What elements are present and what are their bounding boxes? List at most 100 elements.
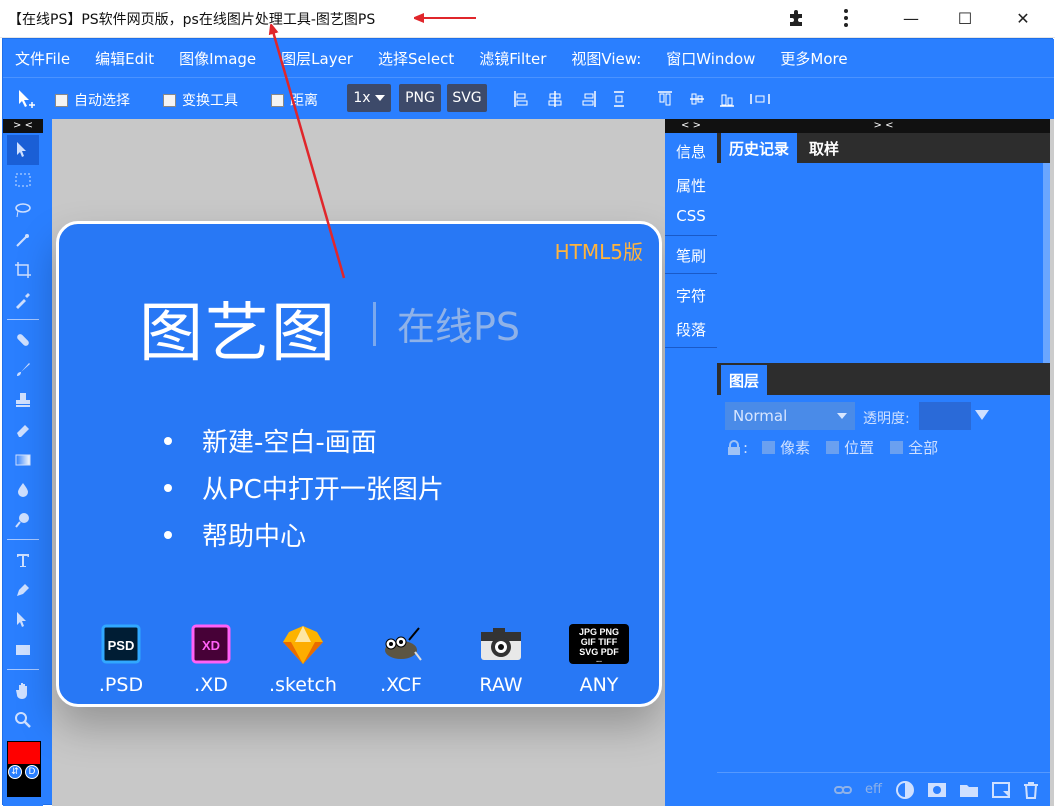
eraser-icon bbox=[17, 425, 29, 437]
crop-tool[interactable] bbox=[7, 255, 39, 285]
format-psd[interactable]: PSD .PSD bbox=[81, 622, 161, 696]
export-png-button[interactable]: PNG bbox=[399, 84, 441, 112]
swap-colors-button[interactable]: ⇵ bbox=[8, 765, 22, 779]
right-panel-collapse[interactable]: > < bbox=[717, 119, 1050, 133]
align-bottom-icon[interactable] bbox=[719, 90, 735, 108]
path-select-tool[interactable] bbox=[7, 605, 39, 635]
layer-effects-button[interactable]: eff bbox=[865, 782, 882, 797]
format-raw[interactable]: RAW bbox=[461, 622, 541, 696]
move-tool[interactable] bbox=[7, 135, 39, 165]
menu-image[interactable]: 图像Image bbox=[179, 48, 256, 69]
link-layers-icon[interactable] bbox=[833, 781, 853, 799]
format-xcf[interactable]: .XCF bbox=[361, 622, 441, 696]
export-svg-button[interactable]: SVG bbox=[447, 84, 487, 112]
menu-filter[interactable]: 滤镜Filter bbox=[479, 48, 546, 69]
distance-option[interactable]: 距离 bbox=[271, 90, 318, 110]
close-button[interactable]: ✕ bbox=[1000, 0, 1046, 36]
eyedropper-tool[interactable] bbox=[7, 285, 39, 315]
tab-history[interactable]: 历史记录 bbox=[721, 133, 798, 163]
tab-brushes[interactable]: 笔刷 bbox=[665, 245, 717, 266]
new-layer-icon[interactable] bbox=[991, 781, 1011, 799]
quick-select-tool[interactable] bbox=[7, 225, 39, 255]
eraser-tool[interactable] bbox=[7, 415, 39, 445]
lock-all-checkbox[interactable] bbox=[890, 441, 904, 454]
pen-tool[interactable] bbox=[7, 575, 39, 605]
history-scrollbar[interactable] bbox=[1043, 163, 1050, 363]
format-any[interactable]: JPG PNG GIF TIFF SVG PDF ... ANY bbox=[559, 622, 639, 696]
lock-position-checkbox[interactable] bbox=[826, 441, 840, 454]
align-center-icon[interactable] bbox=[547, 90, 563, 108]
align-left-icon[interactable] bbox=[513, 90, 529, 108]
foreground-color-swatch[interactable] bbox=[7, 741, 41, 765]
lasso-tool[interactable] bbox=[7, 195, 39, 225]
bullet-dot bbox=[164, 530, 172, 539]
side-tabs-collapse[interactable]: < > bbox=[665, 119, 717, 133]
menu-view[interactable]: 视图View: bbox=[571, 48, 641, 69]
blend-mode-select[interactable]: Normal bbox=[725, 402, 855, 430]
clone-stamp-tool[interactable] bbox=[7, 385, 39, 415]
distribute-horizontal-icon[interactable] bbox=[749, 90, 771, 108]
default-colors-button[interactable]: D bbox=[25, 765, 39, 779]
dodge-tool[interactable] bbox=[7, 505, 39, 535]
help-center-link[interactable]: 帮助中心 bbox=[164, 516, 306, 553]
lock-group: : 像素 位置 全部 bbox=[727, 437, 938, 458]
align-top-icon[interactable] bbox=[657, 90, 673, 108]
page-scrollbar[interactable] bbox=[1050, 119, 1054, 806]
menu-select[interactable]: 选择Select bbox=[378, 48, 454, 69]
tab-paragraph[interactable]: 段落 bbox=[665, 319, 717, 340]
transform-checkbox[interactable] bbox=[163, 93, 176, 107]
zoom-dropdown[interactable]: 1x bbox=[347, 84, 391, 112]
align-right-icon[interactable] bbox=[581, 90, 597, 108]
bullet-dot bbox=[164, 436, 172, 445]
menu-window[interactable]: 窗口Window bbox=[666, 48, 755, 69]
format-sketch[interactable]: .sketch bbox=[263, 622, 343, 696]
marquee-tool[interactable] bbox=[7, 165, 39, 195]
lock-icon bbox=[728, 439, 740, 455]
gradient-tool[interactable] bbox=[7, 445, 39, 475]
layer-mask-icon[interactable] bbox=[927, 781, 947, 799]
tab-info[interactable]: 信息 bbox=[665, 141, 717, 162]
more-vertical-icon[interactable] bbox=[838, 8, 854, 28]
tab-character[interactable]: 字符 bbox=[665, 285, 717, 306]
blur-tool[interactable] bbox=[7, 475, 39, 505]
format-xd[interactable]: XD .XD bbox=[171, 622, 251, 696]
auto-select-option[interactable]: 自动选择 bbox=[55, 90, 130, 110]
new-group-folder-icon[interactable] bbox=[959, 781, 979, 799]
tab-properties[interactable]: 属性 bbox=[665, 175, 717, 196]
distribute-vertical-icon[interactable] bbox=[611, 90, 627, 108]
tab-layers[interactable]: 图层 bbox=[721, 365, 768, 395]
menu-file[interactable]: 文件File bbox=[15, 48, 70, 69]
dodge-icon bbox=[15, 513, 29, 528]
sketch-icon bbox=[283, 626, 323, 664]
menu-more[interactable]: 更多More bbox=[780, 48, 847, 69]
delete-layer-trash-icon[interactable] bbox=[1021, 781, 1041, 799]
xd-badge: XD bbox=[202, 638, 220, 653]
background-color-swatch[interactable]: ⇵ D bbox=[7, 765, 41, 797]
transform-option[interactable]: 变换工具 bbox=[163, 90, 238, 110]
shape-tool[interactable] bbox=[7, 635, 39, 665]
new-blank-link[interactable]: 新建-空白-画面 bbox=[164, 422, 377, 459]
zoom-tool[interactable] bbox=[7, 705, 39, 735]
menu-layer[interactable]: 图层Layer bbox=[281, 48, 353, 69]
maximize-button[interactable]: ☐ bbox=[942, 0, 988, 36]
opacity-input[interactable] bbox=[919, 402, 971, 430]
auto-select-checkbox[interactable] bbox=[55, 93, 68, 107]
minimize-button[interactable]: — bbox=[888, 0, 934, 36]
align-middle-icon[interactable] bbox=[689, 90, 705, 108]
lock-pixels-checkbox[interactable] bbox=[762, 441, 776, 454]
adjustment-layer-icon[interactable] bbox=[895, 781, 915, 799]
menu-edit[interactable]: 编辑Edit bbox=[95, 48, 154, 69]
canvas-area[interactable]: HTML5版 图艺图 在线PS 新建-空白-画面 从PC中打开一张图片 帮助中心… bbox=[52, 119, 666, 806]
distance-checkbox[interactable] bbox=[271, 93, 284, 107]
text-tool[interactable] bbox=[7, 545, 39, 575]
opacity-dropdown-icon[interactable] bbox=[975, 409, 989, 421]
extensions-puzzle-icon[interactable] bbox=[786, 8, 806, 28]
tab-css[interactable]: CSS bbox=[665, 207, 717, 225]
right-panel: > < 历史记录 取样 图层 Normal 透明度: : 像素 位置 全部 ef… bbox=[717, 119, 1050, 806]
brush-tool[interactable] bbox=[7, 355, 39, 385]
healing-tool[interactable] bbox=[7, 325, 39, 355]
open-from-pc-link[interactable]: 从PC中打开一张图片 bbox=[164, 469, 444, 506]
tab-sample[interactable]: 取样 bbox=[801, 133, 847, 163]
tools-panel-collapse[interactable]: > < bbox=[3, 119, 43, 133]
hand-tool[interactable] bbox=[7, 675, 39, 705]
